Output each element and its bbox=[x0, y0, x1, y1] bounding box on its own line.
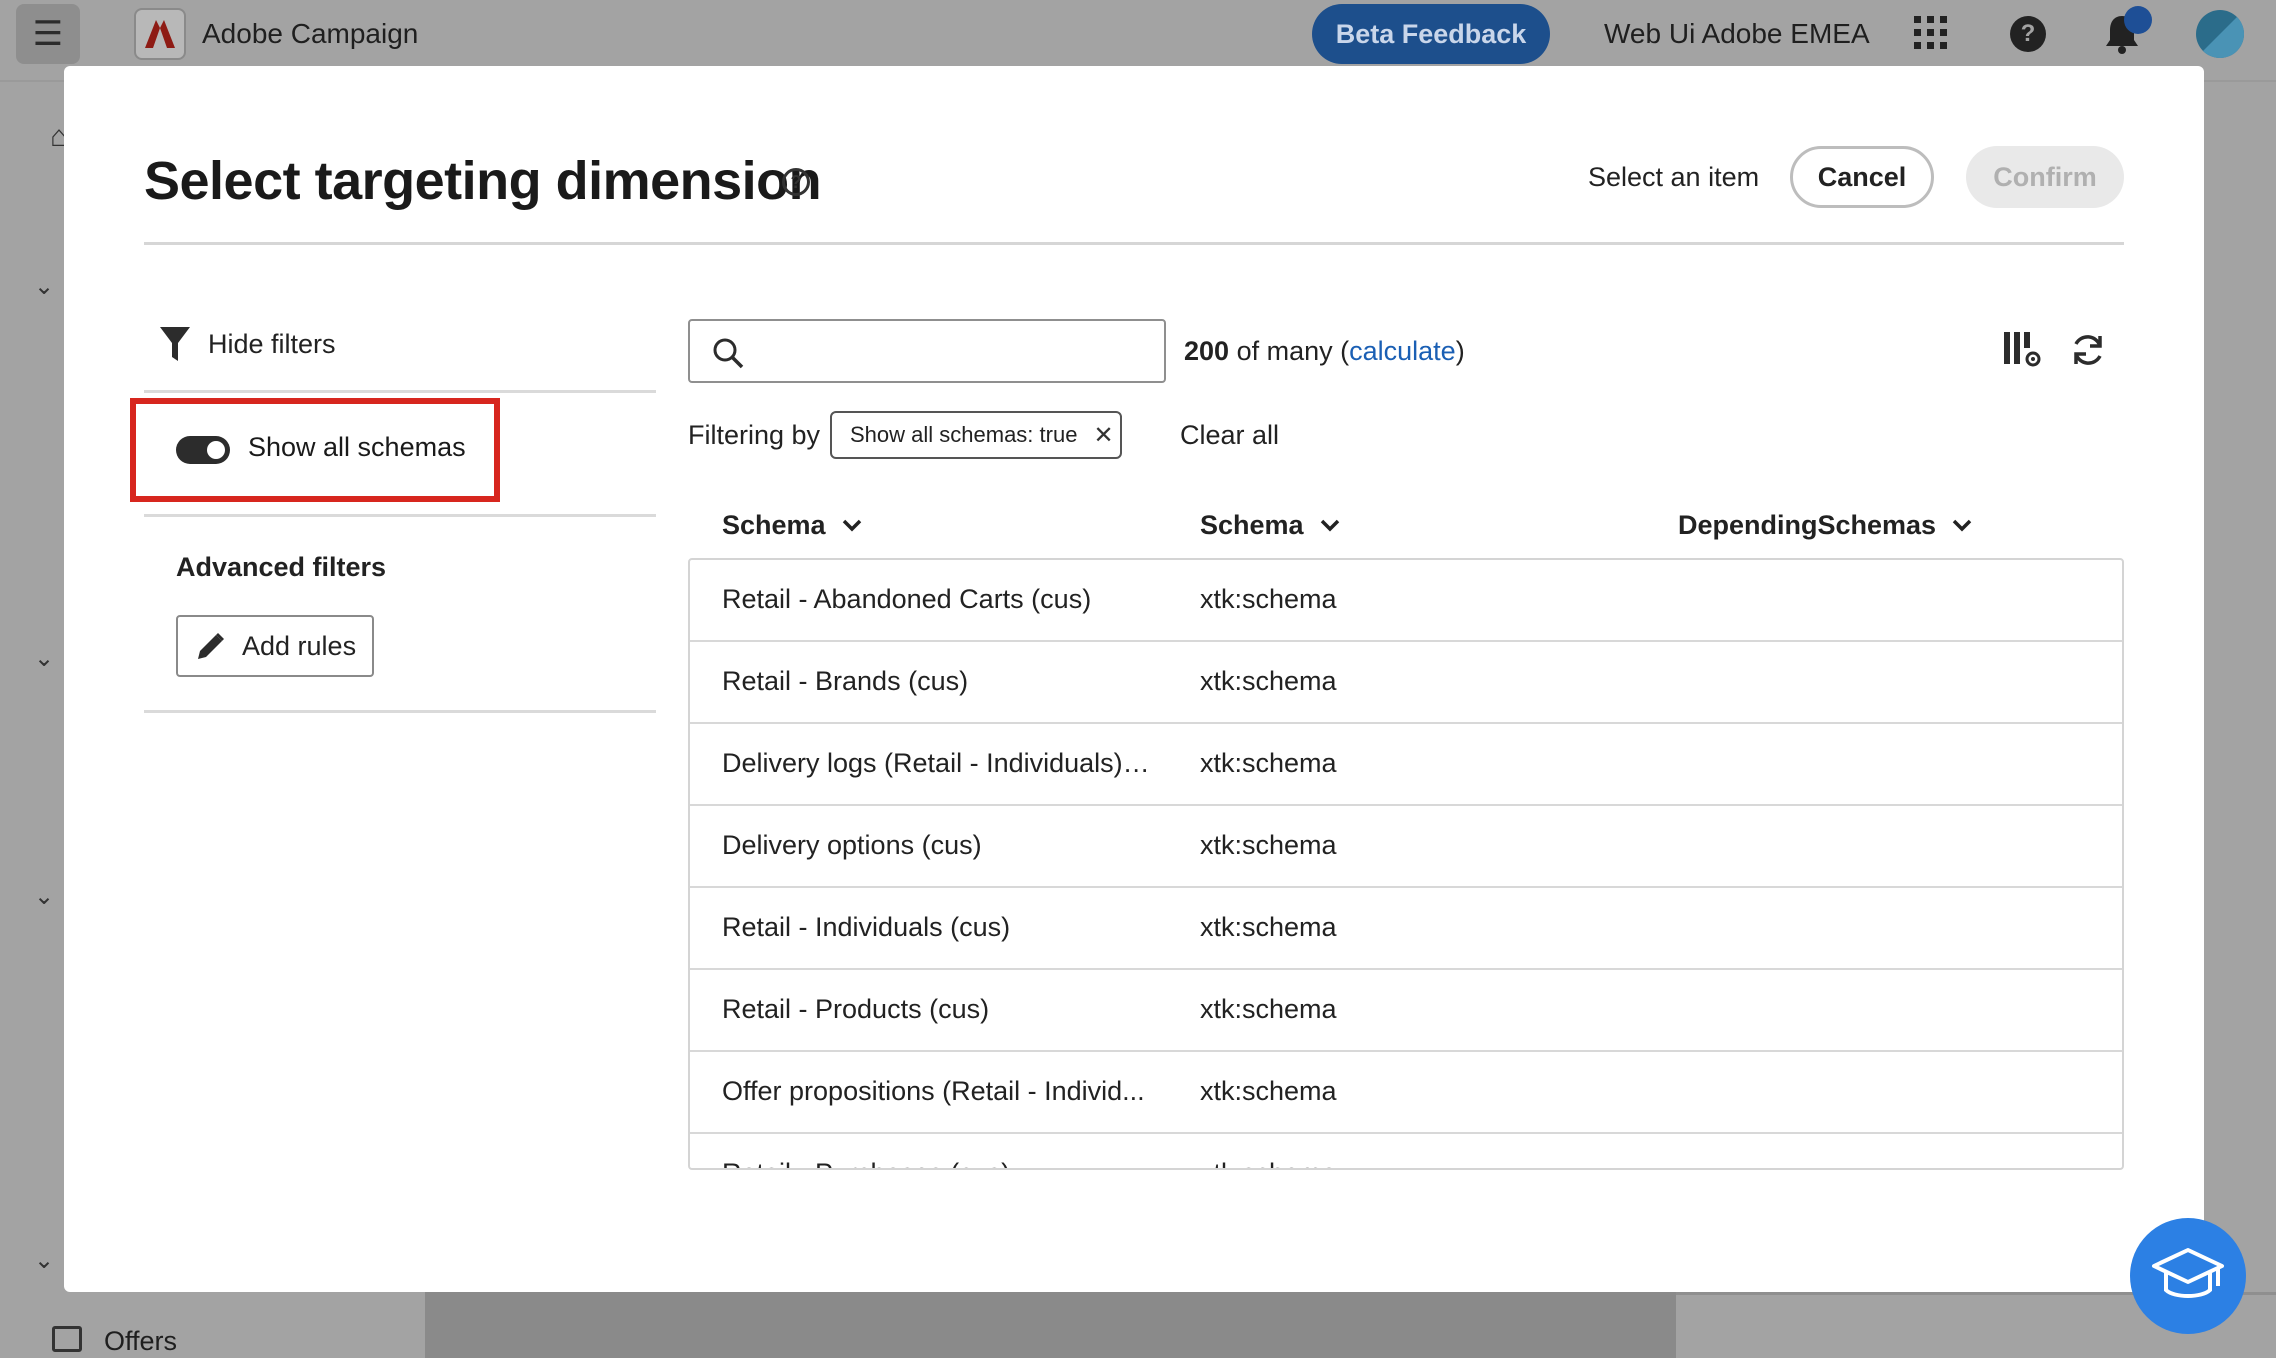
add-rules-button[interactable]: Add rules bbox=[176, 615, 374, 677]
column-header-schema-label[interactable]: Schema bbox=[722, 510, 862, 541]
show-all-schemas-label: Show all schemas bbox=[248, 432, 466, 462]
notification-badge bbox=[2124, 6, 2152, 34]
pencil-icon bbox=[198, 633, 224, 659]
chevron-down-icon bbox=[1952, 519, 1972, 531]
help-icon[interactable]: ? bbox=[782, 168, 810, 196]
column-settings-icon[interactable] bbox=[2004, 332, 2042, 368]
schema-table: Retail - Abandoned Carts (cus) xtk:schem… bbox=[688, 558, 2124, 1170]
divider bbox=[144, 390, 656, 393]
chevron-down-icon[interactable]: ⌄ bbox=[34, 644, 54, 673]
search-input[interactable] bbox=[756, 329, 1156, 373]
cancel-button[interactable]: Cancel bbox=[1790, 146, 1934, 208]
table-row[interactable]: Retail - Abandoned Carts (cus) xtk:schem… bbox=[690, 560, 2122, 642]
search-icon bbox=[713, 338, 744, 369]
table-row[interactable]: Offer propositions (Retail - Individ... … bbox=[690, 1052, 2122, 1134]
divider bbox=[144, 710, 656, 713]
schema-cell: xtk:schema bbox=[1200, 1158, 1337, 1168]
chevron-down-icon[interactable]: ⌄ bbox=[34, 272, 54, 301]
divider bbox=[144, 242, 2124, 245]
schema-label-cell: Retail - Individuals (cus) bbox=[722, 912, 1011, 942]
show-all-schemas-toggle[interactable] bbox=[176, 436, 230, 464]
filtering-by-label: Filtering by bbox=[688, 420, 821, 450]
schema-label-cell: Delivery logs (Retail - Individuals) ... bbox=[722, 748, 1152, 778]
schema-label-cell: Retail - Brands (cus) bbox=[722, 666, 969, 696]
hamburger-menu-icon[interactable]: ☰ bbox=[16, 4, 80, 64]
select-targeting-dimension-dialog: Select targeting dimension ? Select an i… bbox=[64, 66, 2204, 1292]
chevron-down-icon bbox=[842, 519, 861, 531]
offers-icon bbox=[52, 1326, 82, 1352]
hide-filters-label: Hide filters bbox=[208, 328, 336, 359]
sidebar-item-offers[interactable]: Offers bbox=[104, 1326, 177, 1357]
background-panel bbox=[2200, 82, 2276, 1358]
beta-feedback-button[interactable]: Beta Feedback bbox=[1312, 4, 1550, 64]
add-rules-label: Add rules bbox=[242, 630, 357, 661]
graduation-cap-icon bbox=[2152, 1248, 2224, 1298]
table-row[interactable]: Delivery options (cus) xtk:schema bbox=[690, 806, 2122, 888]
divider bbox=[144, 514, 656, 517]
search-field[interactable] bbox=[688, 319, 1166, 383]
column-header-schema[interactable]: Schema bbox=[1200, 510, 1340, 541]
chevron-down-icon[interactable]: ⌄ bbox=[34, 1246, 54, 1275]
schema-label-cell: Offer propositions (Retail - Individ... bbox=[722, 1076, 1145, 1106]
confirm-button[interactable]: Confirm bbox=[1966, 146, 2124, 208]
chevron-down-icon[interactable]: ⌄ bbox=[34, 882, 54, 911]
schema-cell: xtk:schema bbox=[1200, 584, 1337, 614]
calculate-link[interactable]: calculate bbox=[1349, 336, 1456, 366]
result-count: 200 of many (calculate) bbox=[1184, 336, 1465, 366]
schema-label-cell: Retail - Purchases (cus) bbox=[722, 1158, 1152, 1168]
table-row[interactable]: Retail - Purchases (cus) xtk:schema bbox=[690, 1134, 2122, 1168]
active-filter-label: Show all schemas: true bbox=[850, 422, 1078, 447]
remove-filter-icon[interactable]: ✕ bbox=[1093, 421, 1113, 450]
advanced-filters-heading: Advanced filters bbox=[176, 552, 387, 582]
schema-cell: xtk:schema bbox=[1200, 830, 1337, 860]
hide-filters-button[interactable]: Hide filters bbox=[160, 324, 336, 364]
learning-hub-button[interactable] bbox=[2130, 1218, 2246, 1334]
schema-label-cell: Retail - Abandoned Carts (cus) bbox=[722, 584, 1092, 614]
table-row[interactable]: Retail - Brands (cus) xtk:schema bbox=[690, 642, 2122, 724]
schema-cell: xtk:schema bbox=[1200, 666, 1337, 696]
schema-label-cell: Retail - Products (cus) bbox=[722, 994, 990, 1024]
help-icon[interactable]: ? bbox=[2010, 16, 2046, 52]
schema-cell: xtk:schema bbox=[1200, 1076, 1337, 1106]
schema-label-cell: Delivery options (cus) bbox=[722, 830, 982, 860]
table-row[interactable]: Retail - Products (cus) xtk:schema bbox=[690, 970, 2122, 1052]
column-header-depending-schemas[interactable]: DependingSchemas bbox=[1678, 510, 1972, 541]
chevron-down-icon bbox=[1320, 519, 1339, 531]
dialog-title: Select targeting dimension bbox=[144, 151, 822, 211]
avatar[interactable] bbox=[2196, 10, 2244, 58]
app-name: Adobe Campaign bbox=[202, 18, 419, 49]
table-row[interactable]: Retail - Individuals (cus) xtk:schema bbox=[690, 888, 2122, 970]
schema-cell: xtk:schema bbox=[1200, 748, 1337, 778]
refresh-icon[interactable] bbox=[2070, 332, 2106, 368]
schema-cell: xtk:schema bbox=[1200, 912, 1337, 942]
filter-icon bbox=[160, 327, 190, 361]
adobe-logo-icon[interactable] bbox=[134, 8, 186, 60]
active-filter-chip[interactable]: Show all schemas: true ✕ bbox=[830, 411, 1122, 459]
selection-status: Select an item bbox=[1588, 162, 1760, 192]
schema-cell: xtk:schema bbox=[1200, 994, 1337, 1024]
clear-all-link[interactable]: Clear all bbox=[1180, 420, 1279, 451]
table-row[interactable]: Delivery logs (Retail - Individuals) ...… bbox=[690, 724, 2122, 806]
org-switcher[interactable]: Web Ui Adobe EMEA bbox=[1604, 18, 1870, 50]
apps-grid-icon[interactable] bbox=[1914, 16, 1948, 50]
